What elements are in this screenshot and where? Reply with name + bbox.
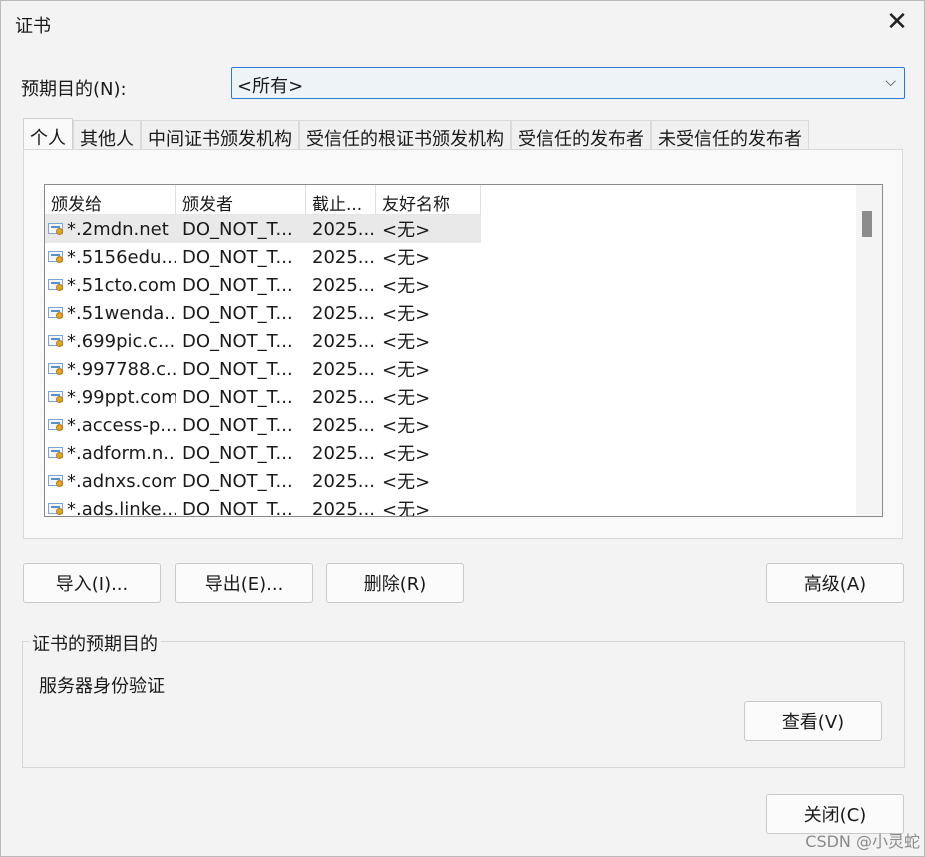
cell-expiration: 2025... (312, 414, 375, 436)
cell-issued-to: *.51wenda... (45, 303, 176, 324)
tab-personal[interactable]: 个人 (23, 118, 73, 152)
intended-purposes-text: 服务器身份验证 (39, 676, 165, 697)
certificate-icon (48, 362, 65, 376)
cell-issued-to: *.2mdn.net (45, 219, 176, 240)
export-button[interactable]: 导出(E)... (175, 563, 313, 603)
table-row[interactable]: *.ads.linke... DO_NOT_T... 2025... <无> (45, 495, 481, 517)
certificate-store-tabs: 个人 其他人 中间证书颁发机构 受信任的根证书颁发机构 受信任的发布者 未受信任… (23, 118, 809, 152)
table-row[interactable]: *.51cto.com DO_NOT_T... 2025... <无> (45, 271, 481, 299)
certificate-icon (48, 306, 65, 320)
list-header: 颁发给 颁发者 截止... 友好名称 (45, 185, 481, 215)
certificate-list[interactable]: 颁发给 颁发者 截止... 友好名称 *.2mdn.net DO_NOT_T..… (44, 184, 883, 517)
certificate-icon (48, 474, 65, 488)
table-row[interactable]: *.adform.n... DO_NOT_T... 2025... <无> (45, 439, 481, 467)
column-issued-to[interactable]: 颁发给 (45, 185, 176, 215)
vertical-scrollbar[interactable] (856, 185, 882, 516)
list-rows: *.2mdn.net DO_NOT_T... 2025... <无> *.515… (45, 215, 481, 517)
advanced-button[interactable]: 高级(A) (766, 563, 904, 603)
cell-expiration: 2025... (312, 470, 375, 492)
certificate-icon (48, 418, 65, 432)
cell-friendly-name: <无> (382, 416, 431, 437)
chevron-down-icon: ⌵ (885, 74, 896, 90)
view-button[interactable]: 查看(V) (744, 701, 882, 741)
cell-issuer: DO_NOT_T... (182, 386, 293, 408)
certificate-icon (48, 334, 65, 348)
tab-untrusted-publishers[interactable]: 未受信任的发布者 (651, 120, 809, 152)
tab-trusted-publishers[interactable]: 受信任的发布者 (511, 120, 651, 152)
table-row[interactable]: *.997788.c... DO_NOT_T... 2025... <无> (45, 355, 481, 383)
table-row[interactable]: *.2mdn.net DO_NOT_T... 2025... <无> (45, 215, 481, 243)
table-row[interactable]: *.99ppt.com DO_NOT_T... 2025... <无> (45, 383, 481, 411)
column-issued-by[interactable]: 颁发者 (176, 185, 306, 215)
certificate-icon (48, 278, 65, 292)
cell-issued-to: *.access-p... (45, 415, 176, 436)
intended-purpose-dropdown[interactable]: <所有> ⌵ (231, 67, 905, 99)
remove-button[interactable]: 删除(R) (326, 563, 464, 603)
cell-issuer: DO_NOT_T... (182, 330, 293, 352)
cell-issuer: DO_NOT_T... (182, 358, 293, 380)
cell-issued-to: *.adform.n... (45, 443, 176, 464)
certificate-icon (48, 222, 65, 236)
cell-friendly-name: <无> (382, 332, 431, 353)
cell-friendly-name: <无> (382, 444, 431, 465)
scrollbar-thumb[interactable] (862, 211, 872, 237)
cell-friendly-name: <无> (382, 304, 431, 325)
cell-expiration: 2025... (312, 358, 375, 380)
cell-issuer: DO_NOT_T... (182, 246, 293, 268)
cell-expiration: 2025... (312, 330, 375, 352)
column-expiration[interactable]: 截止... (306, 185, 376, 215)
table-row[interactable]: *.51wenda... DO_NOT_T... 2025... <无> (45, 299, 481, 327)
cell-expiration: 2025... (312, 302, 375, 324)
intended-purpose-value: <所有> (237, 76, 304, 97)
cell-expiration: 2025... (312, 246, 375, 268)
cell-issued-to: *.ads.linke... (45, 499, 176, 516)
cell-issuer: DO_NOT_T... (182, 218, 293, 240)
cell-issued-to: *.699pic.c... (45, 331, 176, 352)
table-row[interactable]: *.5156edu.... DO_NOT_T... 2025... <无> (45, 243, 481, 271)
table-row[interactable]: *.699pic.c... DO_NOT_T... 2025... <无> (45, 327, 481, 355)
cell-issued-to: *.adnxs.com (45, 471, 176, 492)
window-title: 证书 (15, 16, 51, 37)
intended-purpose-label: 预期目的(N): (21, 79, 127, 100)
cell-issued-to: *.51cto.com (45, 275, 176, 296)
cell-friendly-name: <无> (382, 248, 431, 269)
tab-other-people[interactable]: 其他人 (73, 120, 141, 152)
certificate-icon (48, 446, 65, 460)
cell-issuer: DO_NOT_T... (182, 274, 293, 296)
watermark: CSDN @小灵蛇 (805, 832, 920, 851)
cell-expiration: 2025... (312, 386, 375, 408)
certificate-icon (48, 250, 65, 264)
cell-issuer: DO_NOT_T... (182, 498, 293, 517)
column-friendly-name[interactable]: 友好名称 (376, 185, 481, 215)
cell-friendly-name: <无> (382, 472, 431, 493)
tab-trusted-root-ca[interactable]: 受信任的根证书颁发机构 (299, 120, 511, 152)
cell-friendly-name: <无> (382, 276, 431, 297)
cell-issuer: DO_NOT_T... (182, 470, 293, 492)
certificate-icon (48, 502, 65, 516)
certificates-dialog: 证书 ✕ 预期目的(N): <所有> ⌵ 个人 其他人 中间证书颁发机构 受信任… (0, 0, 925, 857)
cell-issued-to: *.997788.c... (45, 359, 176, 380)
cell-issuer: DO_NOT_T... (182, 414, 293, 436)
cell-issuer: DO_NOT_T... (182, 442, 293, 464)
table-row[interactable]: *.adnxs.com DO_NOT_T... 2025... <无> (45, 467, 481, 495)
title-bar: 证书 ✕ (1, 1, 924, 45)
import-button[interactable]: 导入(I)... (23, 563, 161, 603)
cell-issued-to: *.99ppt.com (45, 387, 176, 408)
cell-expiration: 2025... (312, 274, 375, 296)
tab-intermediate-ca[interactable]: 中间证书颁发机构 (141, 120, 299, 152)
cell-expiration: 2025... (312, 498, 375, 517)
cell-friendly-name: <无> (382, 360, 431, 381)
intended-purposes-title: 证书的预期目的 (29, 630, 161, 656)
cell-friendly-name: <无> (382, 500, 431, 517)
certificate-icon (48, 390, 65, 404)
cell-issuer: DO_NOT_T... (182, 302, 293, 324)
close-icon[interactable]: ✕ (882, 7, 912, 37)
cell-friendly-name: <无> (382, 220, 431, 241)
cell-friendly-name: <无> (382, 388, 431, 409)
cell-expiration: 2025... (312, 218, 375, 240)
table-row[interactable]: *.access-p... DO_NOT_T... 2025... <无> (45, 411, 481, 439)
cell-issued-to: *.5156edu.... (45, 247, 176, 268)
cell-expiration: 2025... (312, 442, 375, 464)
